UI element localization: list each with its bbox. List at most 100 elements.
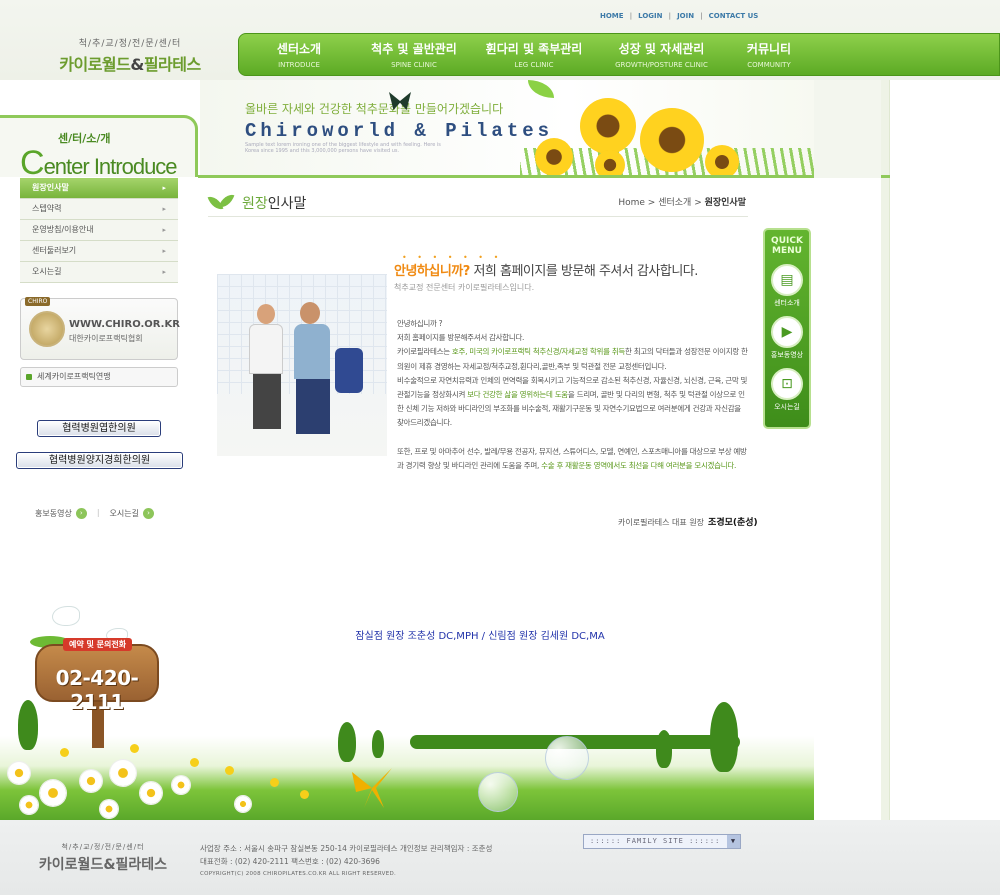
separator: | bbox=[700, 12, 703, 20]
nav-label: 성장 및 자세관리 bbox=[618, 42, 705, 56]
banner-title: Chiroworld & Pilates bbox=[245, 120, 554, 142]
nav-spine-clinic[interactable]: 척추 및 골반관리 SPINE CLINIC bbox=[359, 34, 469, 75]
breadcrumb-section[interactable]: 센터소개 bbox=[658, 198, 691, 208]
submenu-item-staff[interactable]: 스텝약력 ▸ bbox=[20, 199, 178, 220]
login-link[interactable]: LOGIN bbox=[638, 12, 662, 20]
quick-menu: QUICK MENU ▤ 센터소개 ▶ 홍보동영상 ⊡ 오시는길 bbox=[763, 228, 811, 429]
quick-directions[interactable]: ⊡ 오시는길 bbox=[765, 368, 809, 412]
directions-link[interactable]: 오시는길 › bbox=[110, 508, 154, 519]
daisy-icon bbox=[20, 796, 38, 814]
footer-phone: 대표전화 : (02) 420-2111 팩스번호 : (02) 420-369… bbox=[200, 857, 380, 866]
sunflower-icon bbox=[580, 98, 636, 154]
arrow-right-icon: ▸ bbox=[162, 205, 166, 213]
bus-icon: ⊡ bbox=[771, 368, 803, 400]
footer-logo-subtitle: 척/추/교/정/전/문/센/터 bbox=[61, 843, 145, 851]
tree-icon bbox=[372, 730, 384, 758]
contact-us-link[interactable]: CONTACT US bbox=[709, 12, 759, 20]
section-heading-rest: enter Introduce bbox=[43, 154, 178, 179]
separator: | bbox=[629, 12, 633, 20]
doctor-figure bbox=[247, 304, 287, 434]
nav-sublabel: LEG CLINIC bbox=[514, 61, 554, 69]
page-title-rest: 인사말 bbox=[267, 196, 307, 212]
nav-sublabel: INTRODUCE bbox=[278, 61, 320, 69]
submenu-item-directions[interactable]: 오시는길 ▸ bbox=[20, 262, 178, 283]
chevron-down-icon: ▼ bbox=[727, 835, 740, 848]
chiro-tag: CHIRO bbox=[25, 297, 51, 306]
greeting-body: 안녕하십니까 ? 저희 홈페이지를 방문해주셔서 감사합니다. 카이로필라테스는… bbox=[397, 317, 749, 487]
yellow-flower-icon bbox=[270, 778, 279, 787]
banner-slogan: 올바른 자세와 건강한 척추문화를 만들어가겠습니다 bbox=[245, 102, 504, 116]
home-link[interactable]: HOME bbox=[600, 12, 624, 20]
logo-title-right: 필라테스 bbox=[143, 55, 201, 74]
submenu-item-policy[interactable]: 운영방침/이용안내 ▸ bbox=[20, 220, 178, 241]
nav-sublabel: COMMUNITY bbox=[747, 61, 791, 69]
page-title-accent: 원장 bbox=[242, 196, 268, 212]
footer-copyright: COPYRIGHT(C) 2008 CHIROPILATES.CO.KR ALL… bbox=[200, 871, 397, 877]
breadcrumb-home[interactable]: Home bbox=[618, 198, 645, 208]
greeting-title-rest: 저희 홈페이지를 방문해 주셔서 감사합니다. bbox=[469, 264, 698, 279]
quick-menu-title-2: MENU bbox=[772, 246, 802, 256]
nav-community[interactable]: 커뮤니티 COMMUNITY bbox=[724, 34, 814, 75]
arrow-circle-icon: › bbox=[75, 508, 87, 519]
breadcrumb: Home > 센터소개 > 원장인사말 bbox=[618, 198, 746, 208]
tree-icon bbox=[656, 730, 672, 768]
quick-promo-video[interactable]: ▶ 홍보동영상 bbox=[765, 316, 809, 360]
book-icon: ▤ bbox=[771, 264, 803, 296]
highlight-text: 호주, 미국의 카이로프랙틱 척추신경/자세교정 학위를 취득 bbox=[451, 347, 626, 357]
logo-subtitle: 척/추/교/정/전/문/센/터 bbox=[78, 39, 182, 49]
section-frame-line bbox=[881, 175, 890, 178]
separator: | bbox=[96, 508, 100, 517]
sidebar-quicklinks: 홍보동영상 › | 오시는길 › bbox=[35, 508, 154, 519]
wcf-link[interactable]: 세계카이로프랙틱연맹 bbox=[20, 367, 178, 387]
signature-name: 조경모(춘성) bbox=[708, 518, 758, 528]
footer-address: 사업장 주소 : 서울시 송파구 잠실본동 250-14 카이로필라테스 개인정… bbox=[200, 844, 493, 853]
greeting-heading: • • • • • • • 안녕하십니까? 저희 홈페이지를 방문해 주셔서 감… bbox=[394, 253, 698, 293]
nav-introduce[interactable]: 센터소개 INTRODUCE bbox=[239, 34, 359, 75]
daisy-icon bbox=[8, 762, 30, 784]
submenu-label: 운영방침/이용안내 bbox=[32, 225, 94, 234]
text-line: 안녕하십니까 ? bbox=[397, 319, 443, 328]
phone-number: 02-420-2111 bbox=[55, 666, 139, 714]
nav-growth-posture[interactable]: 성장 및 자세관리 GROWTH/POSTURE CLINIC bbox=[599, 34, 724, 75]
promo-video-link[interactable]: 홍보동영상 › bbox=[35, 508, 87, 519]
nav-label: 센터소개 bbox=[276, 42, 322, 56]
partner-hospital-button-2[interactable]: 협력병원양지경희한의원 bbox=[16, 452, 183, 469]
nav-label: 휜다리 및 족부관리 bbox=[485, 42, 583, 56]
submenu-item-greeting[interactable]: 원장인사말 ▸ bbox=[20, 178, 178, 199]
quick-label: 센터소개 bbox=[774, 299, 800, 307]
sunflower-icon bbox=[595, 150, 625, 178]
arrow-right-icon: ▸ bbox=[162, 184, 166, 192]
footer-info: 사업장 주소 : 서울시 송파구 잠실본동 250-14 카이로필라테스 개인정… bbox=[200, 842, 492, 881]
sprout-icon bbox=[207, 191, 235, 213]
phone-signboard[interactable]: 예약 및 문의전화 02-420-2111 bbox=[35, 638, 159, 714]
tree-icon bbox=[710, 702, 738, 772]
greeting-title-accent: 안녕하십니까? bbox=[394, 264, 470, 279]
join-link[interactable]: JOIN bbox=[677, 12, 694, 20]
text-line: 카이로필라테스는 bbox=[397, 347, 452, 357]
section-frame-line bbox=[198, 175, 814, 178]
yellow-flower-icon bbox=[130, 744, 139, 753]
separator: | bbox=[668, 12, 672, 20]
right-edge-strip bbox=[881, 80, 890, 820]
partner-hospital-button-1[interactable]: 협력병원엽한의원 bbox=[37, 420, 161, 437]
tree-icon bbox=[338, 722, 356, 762]
submenu-item-tour[interactable]: 센터둘러보기 ▸ bbox=[20, 241, 178, 262]
family-site-select[interactable]: :::::: FAMILY SITE :::::: ▼ bbox=[583, 834, 741, 849]
nav-leg-clinic[interactable]: 휜다리 및 족부관리 LEG CLINIC bbox=[469, 34, 599, 75]
arrow-circle-icon: › bbox=[142, 508, 154, 519]
daisy-icon bbox=[140, 782, 162, 804]
family-site-label: :::::: FAMILY SITE :::::: bbox=[590, 837, 721, 845]
yellow-flower-icon bbox=[300, 790, 309, 799]
yellow-flower-icon bbox=[225, 766, 234, 775]
quick-center-intro[interactable]: ▤ 센터소개 bbox=[765, 264, 809, 308]
chiro-association-banner[interactable]: CHIRO WWW.CHIRO.OR.KR 대한카이로프랙틱협회 bbox=[20, 297, 180, 360]
quick-menu-title-1: QUICK bbox=[771, 236, 803, 246]
leaf-icon bbox=[528, 80, 554, 98]
site-logo[interactable]: 척/추/교/정/전/문/센/터 카이로월드&필라테스 bbox=[50, 36, 210, 75]
wcf-label: 세계카이로프랙틱연맹 bbox=[37, 372, 111, 381]
daisy-icon bbox=[235, 796, 251, 812]
page-title: 원장인사말 bbox=[242, 193, 306, 213]
signature-label: 카이로필라테스 대표 원장 bbox=[618, 518, 705, 527]
reservation-label: 예약 및 문의전화 bbox=[63, 638, 133, 651]
bubble-decoration bbox=[478, 772, 518, 812]
